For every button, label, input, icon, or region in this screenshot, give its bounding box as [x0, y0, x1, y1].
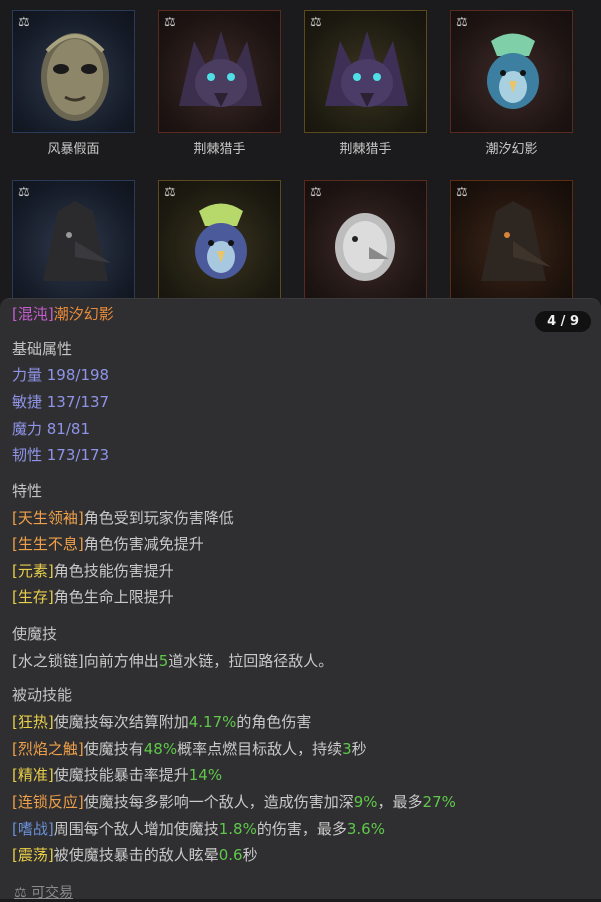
tradable-link[interactable]: ⚖ 可交易: [14, 882, 73, 902]
balance-icon: ⚖: [310, 185, 322, 200]
balance-icon: ⚖: [164, 15, 176, 30]
familiar-skill-desc: [水之锁链]向前方伸出5道水链，拉回路径敌人。: [12, 652, 334, 670]
thorn-hunter-portrait: [179, 31, 262, 107]
familiar-name: 风暴假面: [47, 142, 100, 157]
stat-strength: 力量 198/198: [12, 366, 110, 384]
trait-text: 角色受到玩家伤害降低: [83, 509, 234, 527]
passive-row: [精准]使魔技能暴击率提升14%: [12, 766, 223, 784]
passive-row: [震荡]被使魔技暴击的敌人眩晕0.6秒: [12, 846, 258, 864]
trait-tag: [天生领袖]: [12, 509, 84, 527]
trait-row: [生存]角色生命上限提升: [12, 586, 174, 607]
familiar-card[interactable]: ⚖: [158, 10, 281, 133]
stat-toughness: 韧性 173/173: [12, 446, 110, 464]
base-attributes-heading: 基础属性: [12, 340, 73, 358]
balance-icon: ⚖: [164, 185, 176, 200]
familiar-title: [混沌]潮汐幻影: [12, 303, 114, 324]
passive-skills-heading: 被动技能: [12, 686, 73, 704]
familiar-card[interactable]: ⚖: [304, 180, 427, 303]
familiar-title-name: 潮汐幻影: [53, 305, 114, 323]
quality-tag: [混沌]: [12, 305, 54, 323]
dark-bird-portrait: [481, 201, 551, 281]
balance-icon: ⚖: [18, 15, 30, 30]
passive-row: [嗜战]周围每个敌人增加使魔技1.8%的伤害，最多3.6%: [12, 820, 385, 838]
familiar-name: 荆棘猎手: [339, 142, 392, 157]
thorn-hunter-portrait: [325, 31, 408, 107]
balance-icon: ⚖: [310, 15, 322, 30]
trait-text: 角色技能伤害提升: [53, 562, 174, 580]
familiar-card[interactable]: ⚖: [450, 180, 573, 303]
trait-row: [天生领袖]角色受到玩家伤害降低: [12, 507, 234, 528]
tidal-phantom-portrait: [195, 203, 247, 279]
dark-bird-portrait: [43, 201, 111, 281]
familiar-card[interactable]: ⚖: [12, 10, 135, 133]
storm-mask-portrait: [41, 33, 109, 121]
balance-icon: ⚖: [456, 185, 468, 200]
passive-row: [烈焰之触]使魔技有48%概率点燃目标敌人，持续3秒: [12, 740, 367, 758]
stat-agility: 敏捷 137/137: [12, 393, 110, 411]
trait-tag: [生存]: [12, 588, 54, 606]
tidal-phantom-portrait: [487, 33, 539, 109]
balance-icon: ⚖: [18, 185, 30, 200]
trait-tag: [元素]: [12, 562, 54, 580]
passive-row: [连锁反应]使魔技每多影响一个敌人，造成伤害加深9%，最多27%: [12, 793, 456, 811]
familiar-card[interactable]: ⚖: [12, 180, 135, 303]
familiar-card[interactable]: ⚖: [304, 10, 427, 133]
familiar-skill-heading: 使魔技: [12, 625, 58, 643]
passive-row: [狂热]使魔技每次结算附加4.17%的角色伤害: [12, 713, 312, 731]
trait-text: 角色伤害减免提升: [83, 535, 204, 553]
page-indicator: 4 / 9: [535, 311, 591, 332]
trait-row: [生生不息]角色伤害减免提升: [12, 533, 204, 554]
familiar-card[interactable]: ⚖: [450, 10, 573, 133]
familiar-name: 荆棘猎手: [193, 142, 246, 157]
stat-magic: 魔力 81/81: [12, 420, 90, 438]
traits-heading: 特性: [12, 482, 43, 500]
trait-row: [元素]角色技能伤害提升: [12, 560, 174, 581]
trait-tag: [生生不息]: [12, 535, 84, 553]
familiar-name: 潮汐幻影: [485, 142, 538, 157]
balance-icon: ⚖: [456, 15, 468, 30]
trait-text: 角色生命上限提升: [53, 588, 174, 606]
familiar-card[interactable]: ⚖: [158, 180, 281, 303]
white-eagle-portrait: [335, 213, 395, 281]
